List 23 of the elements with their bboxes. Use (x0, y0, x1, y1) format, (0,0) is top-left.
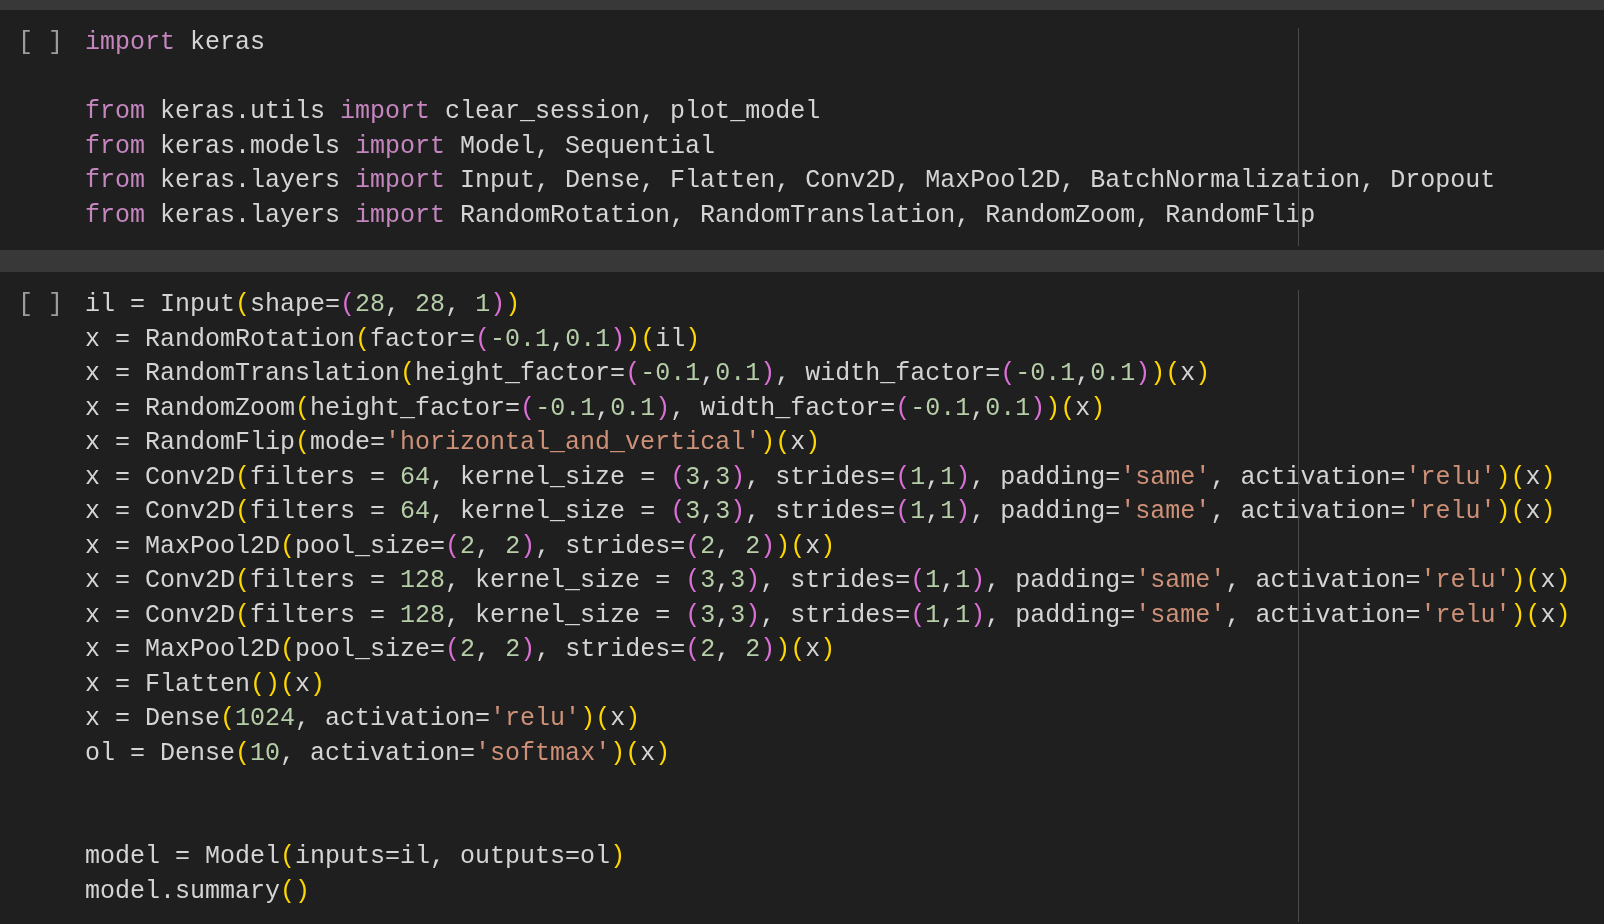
code-line: x = MaxPool2D(pool_size=(2, 2), strides=(2, 2))(x) (85, 634, 836, 666)
code-line: ol = Dense(10, activation='softmax')(x) (85, 737, 671, 770)
code-line: x = RandomTranslation(height_factor=(-0.1,0.1), width_factor=(-0.1,0.1))(x) (85, 358, 1211, 390)
execution-count: [ ] (18, 28, 63, 57)
code-line: x = RandomRotation(factor=(-0.1,0.1))(il) (85, 323, 701, 356)
code-line: from keras.layers import Input, Dense, Flatten, Conv2D, MaxPool2D, BatchNormalization, Dropout (85, 165, 1496, 197)
code-line: import keras (85, 27, 266, 59)
code-line: x = Conv2D(filters = 64, kernel_size = (3,3), strides=(1,1), padding='same', activation='relu')(x) (85, 496, 1556, 528)
code-line: x = RandomFlip(mode='horizontal_and_vertical')(x) (85, 427, 821, 459)
code-line: x = Conv2D(filters = 128, kernel_size = (3,3), strides=(1,1), padding='same', activation='relu')(x) (85, 599, 1571, 632)
code-line: x = MaxPool2D(pool_size=(2, 2), strides=(2, 2))(x) (85, 530, 836, 563)
code-line: il = Input(shape=(28, 28, 1)) (85, 289, 521, 321)
code-line: x = Conv2D(filters = 64, kernel_size = (3,3), strides=(1,1), padding='same', activation='relu')(x) (85, 461, 1556, 494)
code-line: x = Flatten()(x) (85, 668, 326, 701)
code-line: x = Dense(1024, activation='relu')(x) (85, 703, 641, 735)
code-line: model.summary() (85, 875, 311, 908)
execution-count: [ ] (18, 290, 63, 319)
code-line: x = Conv2D(filters = 128, kernel_size = (3,3), strides=(1,1), padding='same', activation='relu')(x) (85, 565, 1571, 597)
code-line: x = RandomZoom(height_factor=(-0.1,0.1), width_factor=(-0.1,0.1))(x) (85, 392, 1106, 425)
code-line: from keras.utils import clear_session, plot_model (85, 96, 821, 128)
code-line: from keras.layers import RandomRotation, RandomTranslation, RandomZoom, RandomFlip (85, 199, 1316, 232)
code-line: model = Model(inputs=il, outputs=ol) (85, 841, 626, 873)
code-line: from keras.models import Model, Sequential (85, 130, 716, 163)
